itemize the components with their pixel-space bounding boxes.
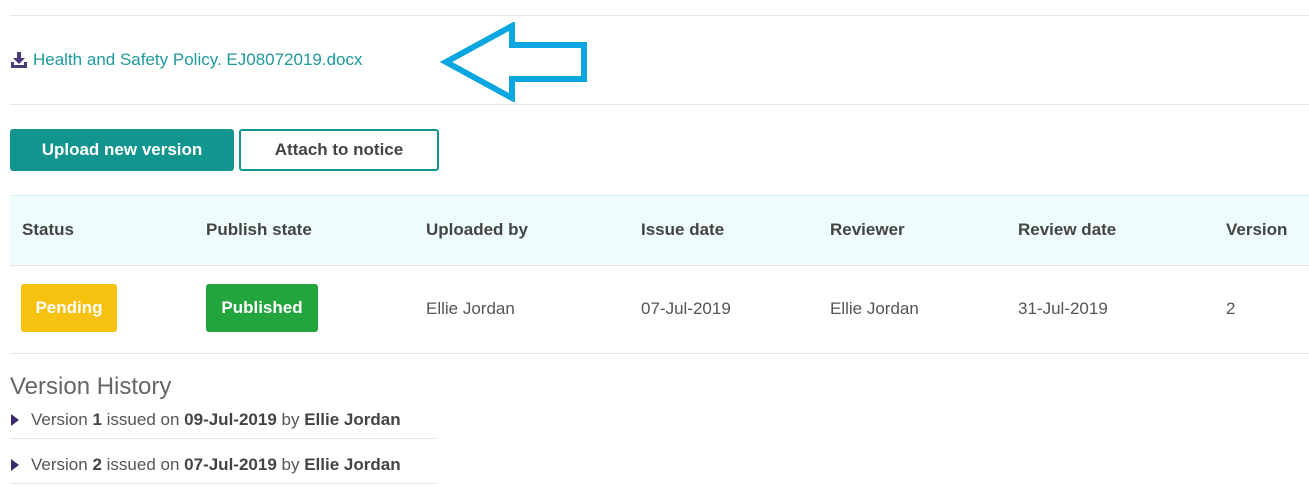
cell-reviewer: Ellie Jordan [830,299,919,318]
cell-version: 2 [1226,299,1236,318]
arrow-left-outline-icon [439,20,590,107]
issued-by-user: Ellie Jordan [304,410,401,429]
header-issue-date: Issue date [641,220,725,239]
document-page: Health and Safety Policy. EJ08072019.doc… [0,0,1309,487]
upload-new-version-button[interactable]: Upload new version [10,129,234,171]
version-history-item[interactable]: Version 2 issued on 07-Jul-2019 by Ellie… [10,447,436,484]
file-divider [10,104,1309,105]
attach-to-notice-button[interactable]: Attach to notice [239,129,439,171]
version-prefix: Version [31,410,88,429]
issued-on-text: issued on [106,455,180,474]
by-text: by [281,455,300,474]
header-uploaded-by: Uploaded by [426,220,529,239]
header-review-date: Review date [1018,220,1117,239]
header-reviewer: Reviewer [830,220,905,239]
version-history-item[interactable]: Version 1 issued on 09-Jul-2019 by Ellie… [10,402,436,439]
header-version: Version [1226,220,1288,239]
version-number: 2 [92,455,102,474]
by-text: by [281,410,300,429]
issued-on-text: issued on [106,410,180,429]
top-divider [10,15,1309,16]
version-history-title: Version History [10,373,172,400]
table-header: Status Publish state Uploaded by Issue d… [10,195,1309,266]
download-icon [10,51,28,69]
status-badge: Pending [21,284,117,332]
header-status: Status [22,220,74,239]
table-row: Pending Published Ellie Jordan 07-Jul-20… [10,265,1309,354]
issue-date: 09-Jul-2019 [184,410,277,429]
caret-right-icon [11,414,19,426]
header-publish-state: Publish state [206,220,312,239]
version-number: 1 [92,410,102,429]
publish-state-badge: Published [206,284,318,332]
cell-review-date: 31-Jul-2019 [1018,299,1108,318]
caret-right-icon [11,459,19,471]
issue-date: 07-Jul-2019 [184,455,277,474]
cell-issue-date: 07-Jul-2019 [641,299,731,318]
file-download-link[interactable]: Health and Safety Policy. EJ08072019.doc… [10,50,363,70]
cell-uploaded-by: Ellie Jordan [426,299,515,318]
file-name: Health and Safety Policy. EJ08072019.doc… [33,50,363,69]
issued-by-user: Ellie Jordan [304,455,401,474]
version-prefix: Version [31,455,88,474]
